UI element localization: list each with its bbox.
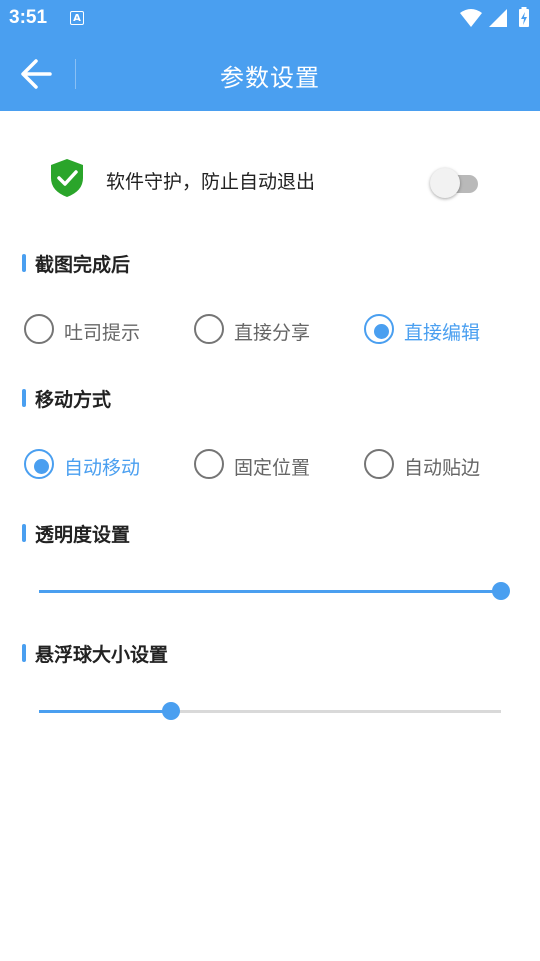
app-toolbar: 参数设置	[0, 36, 540, 111]
wifi-icon	[460, 9, 482, 27]
radio-circle	[24, 449, 54, 479]
radio-label: 直接分享	[234, 322, 311, 344]
slider-fill	[39, 590, 501, 593]
section-heading: 悬浮球大小设置	[35, 644, 169, 666]
ball-size-slider[interactable]	[39, 700, 501, 724]
page-title: 参数设置	[220, 64, 320, 92]
notification-icon: A	[70, 11, 84, 25]
radio-circle	[364, 449, 394, 479]
status-icons	[460, 7, 529, 27]
radio-label: 自动贴边	[404, 457, 481, 479]
opacity-slider[interactable]	[39, 580, 510, 604]
toggle-thumb	[430, 168, 460, 198]
section-marker	[22, 254, 26, 272]
section-marker	[22, 644, 26, 662]
radio-label: 自动移动	[64, 457, 141, 479]
guard-toggle[interactable]	[430, 165, 480, 198]
section-marker	[22, 389, 26, 407]
radio-dot	[34, 459, 49, 474]
radio-circle	[194, 449, 224, 479]
status-time: 3:51	[9, 7, 48, 28]
slider-thumb[interactable]	[161, 702, 180, 720]
slider-thumb[interactable]	[492, 582, 510, 600]
guard-label: 软件守护，防止自动退出	[106, 171, 316, 193]
radio-label: 吐司提示	[64, 322, 141, 344]
battery-charging-icon	[519, 7, 529, 27]
shield-check-icon	[51, 159, 83, 197]
radio-label: 固定位置	[234, 457, 311, 479]
section-marker	[22, 524, 26, 542]
radio-circle	[194, 314, 224, 344]
radio-label: 直接编辑	[404, 322, 481, 344]
radio-circle	[24, 314, 54, 344]
radio-dot	[374, 324, 389, 339]
signal-icon	[489, 9, 507, 27]
radio-circle	[364, 314, 394, 344]
section-heading: 移动方式	[35, 389, 112, 411]
guard-row: 软件守护，防止自动退出	[50, 158, 490, 202]
section-heading: 截图完成后	[35, 254, 131, 276]
status-bar: 3:51 A	[0, 0, 540, 36]
section-heading: 透明度设置	[35, 524, 131, 546]
slider-fill	[39, 710, 171, 713]
